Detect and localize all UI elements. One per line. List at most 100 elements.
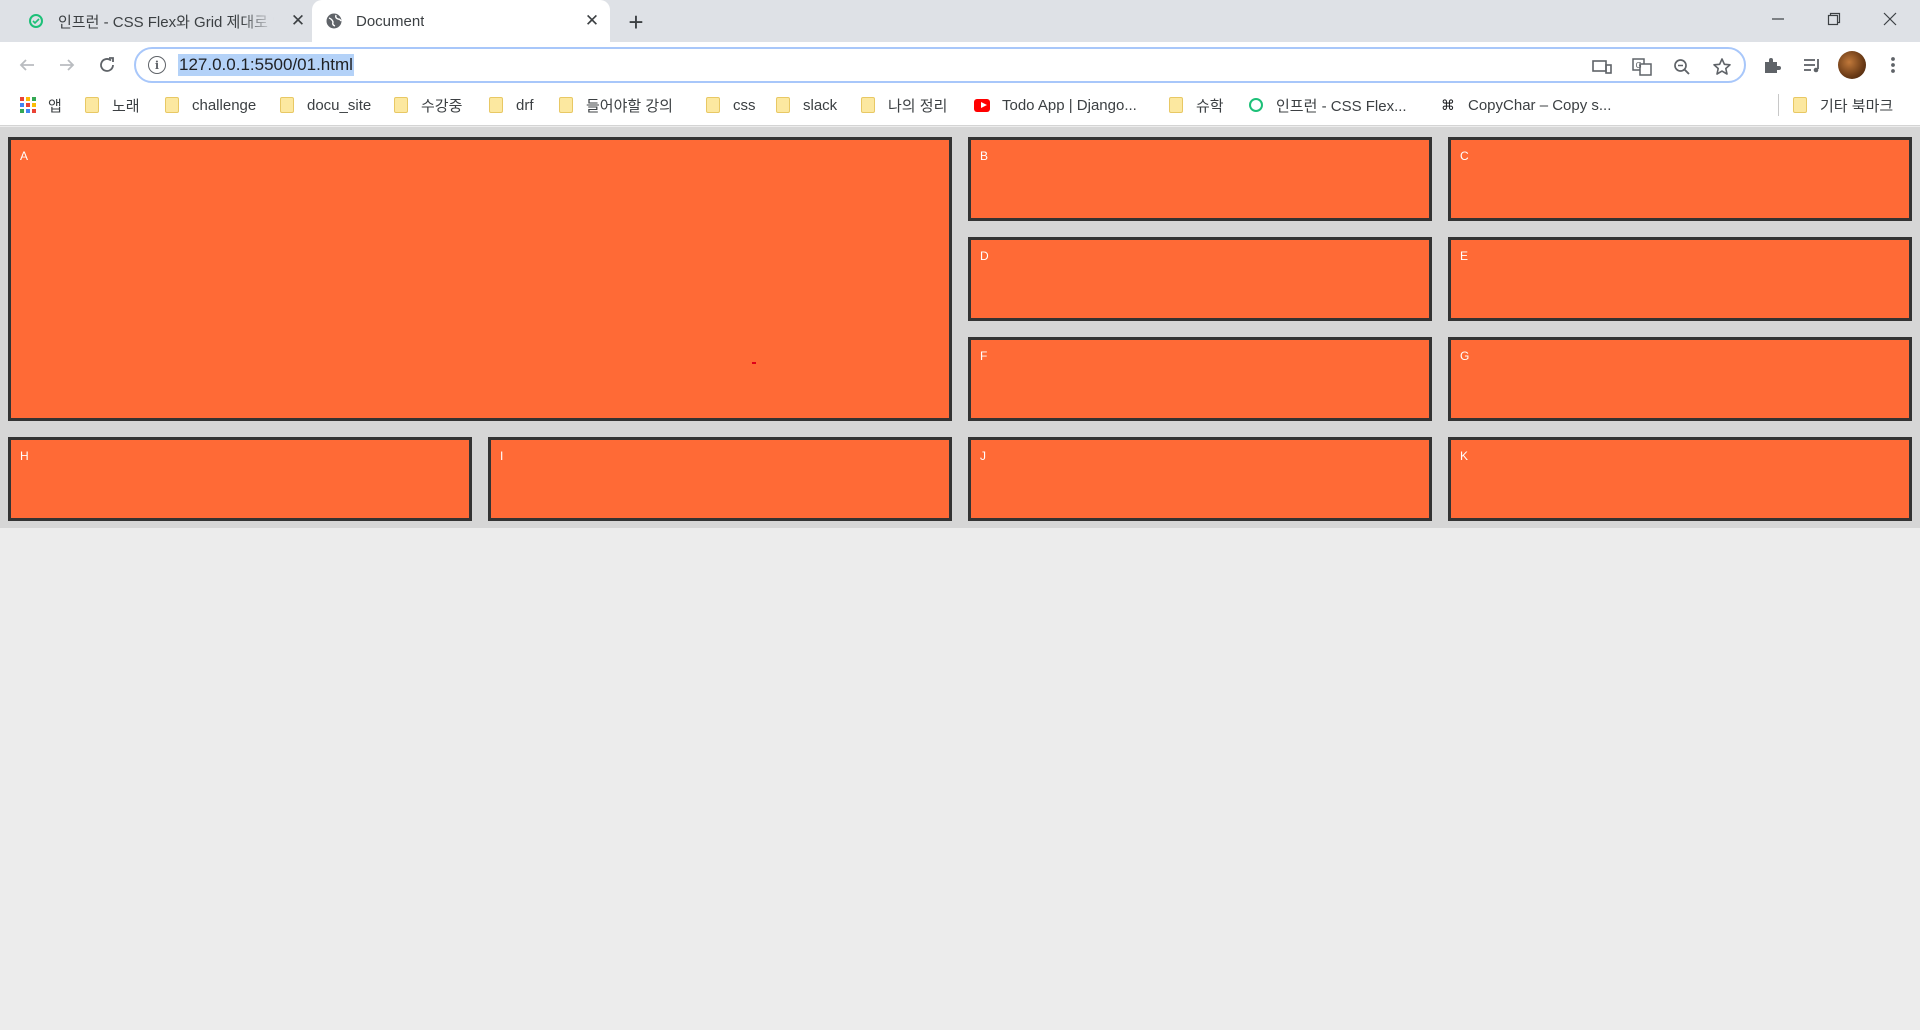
bookmark-label: docu_site [307, 96, 372, 114]
bookmark-folder[interactable]: 들어야할 강의 [558, 88, 673, 122]
cast-icon[interactable] [1590, 55, 1614, 79]
item-label: I [500, 449, 504, 463]
grid-item-e: E [1448, 237, 1912, 321]
bookmarks-divider [1778, 94, 1779, 116]
bookmark-apps[interactable]: 앱 [20, 88, 62, 122]
bookmark-label: CopyChar – Copy s... [1468, 96, 1612, 114]
svg-text:G: G [1636, 61, 1642, 70]
tab-inflearn[interactable]: 인프런 - CSS Flex와 Grid 제대로 익히기 ✕ [12, 0, 308, 42]
close-tab-icon[interactable]: ✕ [582, 11, 602, 31]
item-label: F [980, 349, 988, 363]
bookmark-label: 노래 [112, 97, 140, 115]
bookmark-label: 나의 정리 [888, 97, 948, 115]
bookmark-folder[interactable]: drf [488, 88, 534, 122]
close-tab-icon[interactable]: ✕ [288, 11, 308, 31]
profile-avatar[interactable] [1838, 51, 1866, 79]
new-tab-button[interactable]: + [622, 7, 650, 37]
youtube-icon [974, 97, 990, 113]
grid-item-f: F [968, 337, 1432, 421]
command-icon: ⌘ [1441, 96, 1455, 113]
item-label: D [980, 249, 989, 263]
address-url[interactable]: 127.0.0.1:5500/01.html [178, 54, 354, 76]
folder-icon [393, 97, 409, 113]
bookmark-folder[interactable]: 노래 [84, 88, 140, 122]
bookmark-youtube[interactable]: Todo App | Django... [974, 88, 1137, 122]
grid-container: A B C D E F G H I J K [0, 127, 1920, 528]
grid-item-h: H [8, 437, 472, 521]
forward-button[interactable] [50, 48, 84, 82]
item-label: B [980, 149, 989, 163]
close-window-button[interactable] [1862, 0, 1918, 38]
restore-button[interactable] [1806, 0, 1862, 38]
back-button[interactable] [10, 48, 44, 82]
red-mark [752, 362, 756, 364]
bookmark-label: Todo App | Django... [1002, 96, 1137, 114]
grid-item-a: A [8, 137, 952, 421]
bookmark-label: 인프런 - CSS Flex... [1276, 97, 1407, 115]
tab-title: Document [356, 12, 425, 30]
zoom-out-icon[interactable] [1670, 55, 1694, 79]
item-label: A [20, 149, 29, 163]
translate-icon[interactable]: G [1630, 55, 1654, 79]
bookmark-folder[interactable]: slack [775, 88, 837, 122]
bookmark-label: 앱 [48, 97, 62, 115]
bookmark-folder[interactable]: challenge [164, 88, 256, 122]
browser-toolbar: i 127.0.0.1:5500/01.html G [0, 42, 1920, 88]
apps-icon [20, 97, 36, 113]
item-label: G [1460, 349, 1470, 363]
inflearn-icon [1248, 97, 1264, 113]
bookmark-label: 기타 북마크 [1820, 97, 1894, 115]
tab-document[interactable]: Document ✕ [312, 0, 610, 42]
grid-item-c: C [1448, 137, 1912, 221]
folder-icon [705, 97, 721, 113]
tab-strip: 인프런 - CSS Flex와 Grid 제대로 익히기 ✕ Document … [0, 0, 1920, 42]
site-info-icon[interactable]: i [148, 56, 166, 74]
page-viewport: A B C D E F G H I J K [0, 127, 1920, 1030]
grid-item-g: G [1448, 337, 1912, 421]
grid-item-b: B [968, 137, 1432, 221]
folder-icon [1168, 97, 1184, 113]
address-bar[interactable]: i 127.0.0.1:5500/01.html G [134, 47, 1746, 83]
folder-icon [279, 97, 295, 113]
inflearn-icon [26, 11, 46, 31]
bookmark-label: css [733, 96, 756, 114]
item-label: H [20, 449, 29, 463]
bookmarks-bar: 앱 노래 challenge docu_site 수강중 drf 들어야할 강의… [0, 88, 1920, 126]
folder-icon [860, 97, 876, 113]
grid-item-i: I [488, 437, 952, 521]
menu-kebab-icon[interactable] [1880, 52, 1906, 78]
grid-item-k: K [1448, 437, 1912, 521]
media-controls-icon[interactable] [1799, 52, 1825, 78]
grid-item-j: J [968, 437, 1432, 521]
folder-icon [488, 97, 504, 113]
bookmark-folder[interactable]: docu_site [279, 88, 371, 122]
bookmark-folder[interactable]: 슈학 [1168, 88, 1224, 122]
folder-icon [1792, 97, 1808, 113]
reload-button[interactable] [90, 48, 124, 82]
bookmark-inflearn[interactable]: 인프런 - CSS Flex... [1248, 88, 1407, 122]
bookmark-label: 슈학 [1196, 97, 1224, 115]
folder-icon [164, 97, 180, 113]
bookmark-label: slack [803, 96, 838, 114]
grid-item-d: D [968, 237, 1432, 321]
bookmark-star-icon[interactable] [1710, 55, 1734, 79]
folder-icon [558, 97, 574, 113]
item-label: J [980, 449, 986, 463]
folder-icon [84, 97, 100, 113]
item-label: K [1460, 449, 1469, 463]
bookmark-label: challenge [192, 96, 257, 114]
bookmark-copychar[interactable]: ⌘ CopyChar – Copy s... [1440, 88, 1611, 122]
item-label: C [1460, 149, 1469, 163]
bookmark-folder[interactable]: 수강중 [393, 88, 462, 122]
bookmark-folder[interactable]: 나의 정리 [860, 88, 947, 122]
minimize-button[interactable] [1750, 0, 1806, 38]
bookmark-other-folder[interactable]: 기타 북마크 [1792, 88, 1893, 122]
folder-icon [775, 97, 791, 113]
globe-icon [324, 11, 344, 31]
bookmark-label: 들어야할 강의 [586, 97, 673, 115]
extensions-puzzle-icon[interactable] [1759, 52, 1785, 78]
bookmark-label: 수강중 [421, 97, 463, 115]
bookmark-label: drf [516, 96, 534, 114]
item-label: E [1460, 249, 1469, 263]
bookmark-folder[interactable]: css [705, 88, 756, 122]
